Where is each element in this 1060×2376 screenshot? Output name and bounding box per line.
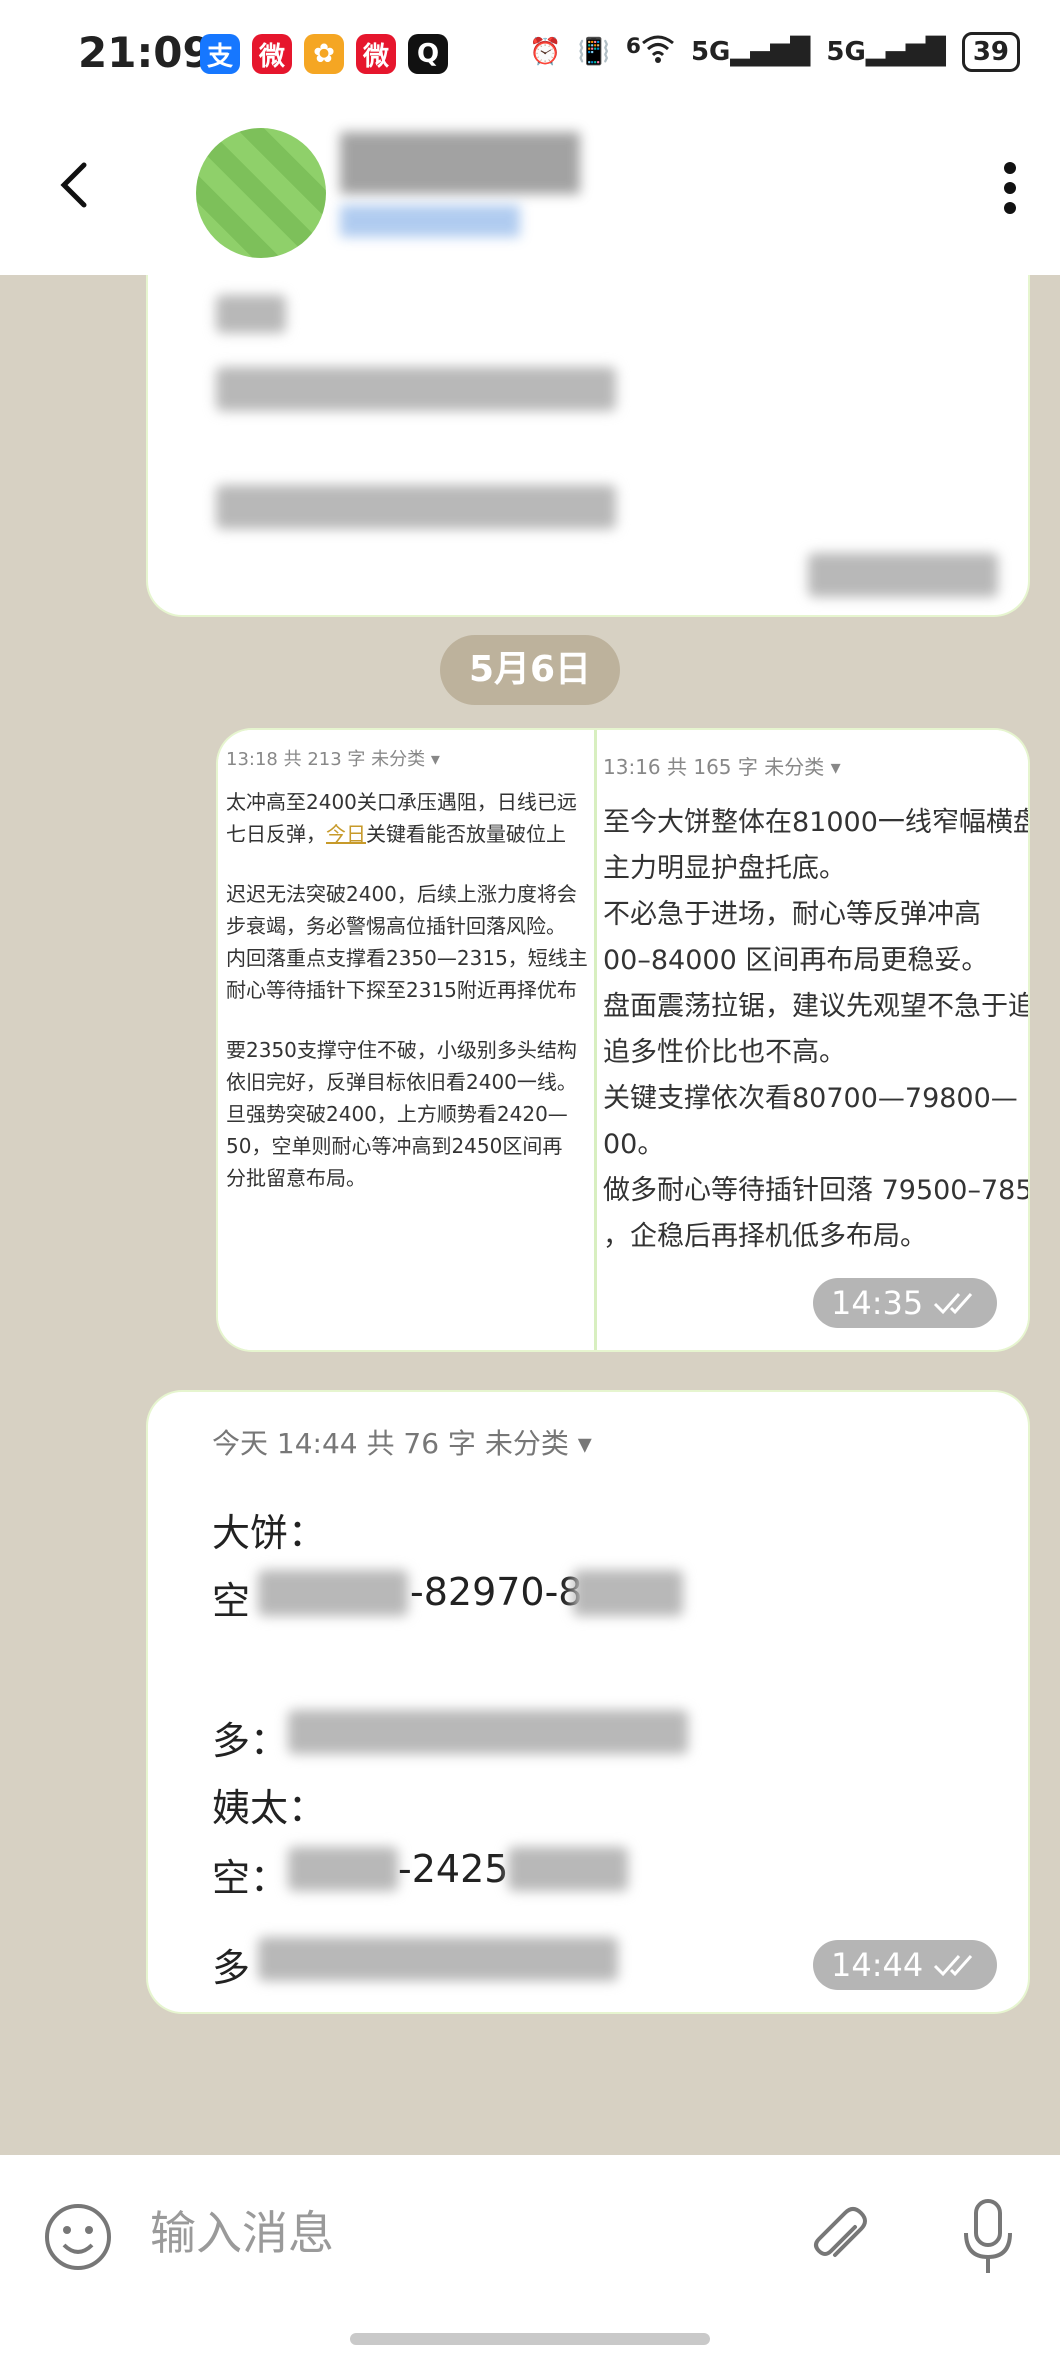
signal-icon-1: 5G▂▄▆█ [690,37,811,67]
alipay-icon: 支 [200,34,240,74]
redacted-text [508,1847,628,1891]
double-check-icon [934,1955,973,1977]
status-bar: 21:09 支 微 ✿ 微 Q ⏰ 📳 6 5G▂▄▆█ 5G▂▄▆█ 39 [0,0,1060,110]
message-line: 多： [212,1719,289,1763]
message-list[interactable]: 5月6日 13:18 共 213 字 未分类 ▾ 太冲高至2400关口承压遇阻，… [0,275,1060,2155]
more-options-button[interactable] [990,158,1030,218]
pinwheel-icon: ✿ [304,34,344,74]
message-value: -82970-8 [410,1570,583,1614]
clock: 21:09 [78,28,212,77]
note-line: 旦强势突破2400，上方顺势看2420— [226,1102,568,1126]
wifi-icon: 6 [626,34,675,70]
note-line: 追多性价比也不高。 [603,1037,846,1068]
note-line: 主力明显护盘托底。 [603,853,846,884]
note-line: ，企稳后再择机低多布局。 [603,1221,927,1252]
message-line: 空： [212,1856,289,1900]
paperclip-icon [814,2207,867,2257]
note-line: 内回落重点支撑看2350—2315，短线主 [226,946,588,970]
redacted-text [216,295,286,333]
chat-header [0,110,1060,275]
system-icons: ⏰ 📳 6 5G▂▄▆█ 5G▂▄▆█ 39 [529,32,1020,72]
message-line: 大饼： [212,1511,327,1555]
alarm-icon: ⏰ [529,37,562,67]
note-line: 耐心等待插针下探至2315附近再择优布 [226,978,577,1002]
notification-icons: 支 微 ✿ 微 Q [200,34,448,74]
note-line: 关键支撑依次看80700—79800— [603,1083,1018,1114]
message-input-bar: 输入消息 [0,2155,1060,2376]
redacted-text [258,1937,618,1981]
battery-indicator: 39 [961,32,1020,72]
note-line: 00–84000 区间再布局更稳妥。 [603,945,989,976]
note-line: 依旧完好，反弹目标依旧看2400一线。 [226,1070,577,1094]
contact-status-redacted [340,205,520,237]
message-line: 空 [212,1579,251,1623]
smiley-icon [45,2204,111,2270]
redacted-text [288,1710,688,1754]
redacted-text [288,1847,398,1891]
note-line: 步衰竭，务必警惕高位插针回落风险。 [226,914,566,938]
emoji-button[interactable] [42,2201,114,2277]
message-line: 多 [212,1946,251,1990]
voice-button[interactable] [958,2197,1018,2281]
note-line: 要2350支撑守住不破，小级别多头结构 [226,1038,577,1062]
note-line: 不必急于进场，耐心等反弹冲高 [603,899,981,930]
note-meta: 今天 14:44 共 76 字 未分类 ▾ [212,1427,592,1460]
weibo-icon: 微 [356,34,396,74]
note-screenshot-left: 13:18 共 213 字 未分类 ▾ 太冲高至2400关口承压遇阻，日线已远 … [218,730,594,1350]
kebab-menu-icon [1004,162,1016,214]
note-line: 七日反弹，今日关键看能否放量破位上 [226,822,566,846]
redacted-text [216,367,616,411]
message-time: 14:35 [813,1278,998,1328]
note-line: 至今大饼整体在81000一线窄幅横盘 [603,807,1028,838]
signal-icon-2: 5G▂▄▆█ [826,37,946,67]
message-bubble-redacted[interactable] [148,275,1028,615]
redacted-timestamp [808,553,998,597]
qk-icon: Q [408,34,448,74]
date-separator: 5月6日 [440,635,620,705]
attach-button[interactable] [805,2205,875,2279]
note-line: 分批留意布局。 [226,1166,366,1190]
note-line: 迟迟无法突破2400，后续上涨力度将会 [226,882,577,906]
note-screenshot-right: 13:16 共 165 字 未分类 ▾ 至今大饼整体在81000一线窄幅横盘 主… [597,730,1028,1350]
note-line: 做多耐心等待插针回落 79500–785 [603,1175,1028,1206]
vibrate-icon: 📳 [577,37,610,67]
home-indicator[interactable] [350,2333,710,2345]
message-value: -2425 [398,1847,509,1891]
contact-name-redacted[interactable] [340,132,580,194]
weibo-icon: 微 [252,34,292,74]
redacted-text [258,1570,408,1616]
text-message[interactable]: 今天 14:44 共 76 字 未分类 ▾ 大饼： 空 -82970-8 多： … [148,1392,1028,2012]
note-line: 太冲高至2400关口承压遇阻，日线已远 [226,790,577,814]
message-time: 14:44 [813,1940,998,1990]
message-line: 姨太： [212,1786,327,1830]
message-input[interactable]: 输入消息 [150,2197,334,2263]
back-button[interactable] [46,155,106,215]
double-check-icon [934,1293,973,1315]
note-meta: 13:16 共 165 字 未分类 ▾ [603,755,841,779]
contact-avatar[interactable] [196,128,326,258]
chevron-left-icon [60,162,87,208]
microphone-icon [964,2199,1012,2273]
note-meta: 13:18 共 213 字 未分类 ▾ [226,749,440,770]
redacted-text [216,485,616,529]
note-line: 00。 [603,1129,665,1160]
image-message[interactable]: 13:18 共 213 字 未分类 ▾ 太冲高至2400关口承压遇阻，日线已远 … [218,730,1028,1350]
note-line: 盘面震荡拉锯，建议先观望不急于追 [603,991,1028,1022]
note-line: 50，空单则耐心等冲高到2450区间再 [226,1134,563,1158]
redacted-text [573,1570,683,1616]
